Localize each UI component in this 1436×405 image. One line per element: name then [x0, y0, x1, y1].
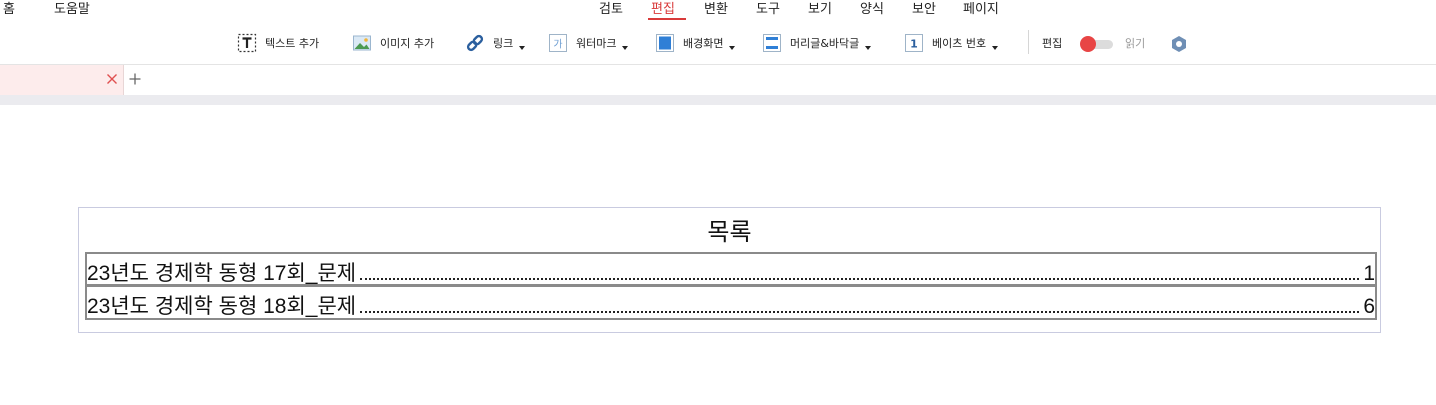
viewer-top-band [0, 95, 1436, 105]
watermark-button[interactable]: 가 워터마크 [548, 32, 629, 54]
menu-page[interactable]: 페이지 [963, 0, 999, 17]
toc-entry-page: 1 [1363, 262, 1375, 285]
svg-text:1: 1 [910, 38, 918, 51]
menu-help[interactable]: 도움말 [54, 0, 90, 17]
add-text-label: 텍스트 추가 [265, 37, 320, 50]
bates-number-icon: 1 [904, 33, 924, 53]
toc-entry-title: 23년도 경제학 동형 17회_문제 [87, 262, 357, 285]
bates-dropdown-caret[interactable] [992, 46, 999, 50]
menu-edit[interactable]: 편집 [651, 0, 675, 17]
toc-title: 목록 [707, 218, 752, 246]
svg-text:가: 가 [553, 39, 562, 51]
add-image-label: 이미지 추가 [380, 37, 435, 50]
header-footer-button[interactable]: 머리글&바닥글 [762, 32, 872, 54]
toc-entry-title: 23년도 경제학 동형 18회_문제 [87, 295, 357, 318]
link-button[interactable]: 링크 [465, 32, 526, 54]
menu-review[interactable]: 검토 [599, 0, 623, 17]
toolbar-divider [1028, 30, 1029, 54]
bates-number-button[interactable]: 1 베이츠 번호 [904, 32, 999, 54]
add-text-button[interactable]: 텍스트 추가 [237, 32, 319, 54]
add-tab-icon[interactable] [127, 71, 143, 87]
link-label: 링크 [493, 37, 514, 50]
header-footer-dropdown-caret[interactable] [865, 46, 872, 50]
watermark-label: 워터마크 [576, 37, 617, 50]
toc-entry-page: 6 [1363, 295, 1375, 318]
bates-number-label: 베이츠 번호 [932, 37, 987, 50]
hexagon-settings-icon[interactable] [1169, 34, 1189, 54]
document-tab-strip [0, 64, 1436, 95]
toc-entry[interactable]: 23년도 경제학 동형 18회_문제 6 [85, 284, 1377, 320]
document-tab[interactable] [0, 65, 124, 95]
edit-mode-label: 편집 [1042, 37, 1063, 50]
menu-bar: 홈 도움말 검토 편집 변환 도구 보기 양식 보안 페이지 [0, 0, 1436, 20]
menu-tools[interactable]: 도구 [756, 0, 780, 17]
link-icon [465, 33, 485, 53]
header-footer-icon [762, 33, 782, 53]
menu-convert[interactable]: 변환 [704, 0, 728, 17]
menu-form[interactable]: 양식 [860, 0, 884, 17]
read-mode-label: 읽기 [1125, 37, 1146, 50]
background-dropdown-caret[interactable] [729, 46, 736, 50]
menu-security[interactable]: 보안 [912, 0, 936, 17]
image-icon [352, 33, 372, 53]
link-dropdown-caret[interactable] [519, 46, 526, 50]
edit-read-toggle[interactable] [1080, 36, 1114, 52]
add-image-button[interactable]: 이미지 추가 [352, 32, 434, 54]
toc-box: 목록 23년도 경제학 동형 17회_문제 1 23년도 경제학 동형 18회_… [78, 207, 1381, 333]
background-icon [655, 33, 675, 53]
toggle-knob [1080, 36, 1096, 52]
close-icon[interactable] [104, 71, 120, 87]
edit-toolbar: 텍스트 추가 이미지 추가 링크 가 워터마크 배경화면 머리글&바닥글 1 베… [0, 26, 1436, 60]
background-label: 배경화면 [683, 37, 724, 50]
header-footer-label: 머리글&바닥글 [790, 37, 860, 50]
text-box-icon [237, 33, 257, 53]
background-button[interactable]: 배경화면 [655, 32, 736, 54]
menu-view[interactable]: 보기 [808, 0, 832, 17]
toc-dot-leader [360, 278, 1360, 280]
toc-entry[interactable]: 23년도 경제학 동형 17회_문제 1 [85, 252, 1377, 287]
watermark-dropdown-caret[interactable] [622, 46, 629, 50]
active-menu-underline [648, 18, 686, 20]
menu-home[interactable]: 홈 [3, 0, 15, 17]
toc-dot-leader [360, 311, 1360, 313]
watermark-icon: 가 [548, 33, 568, 53]
